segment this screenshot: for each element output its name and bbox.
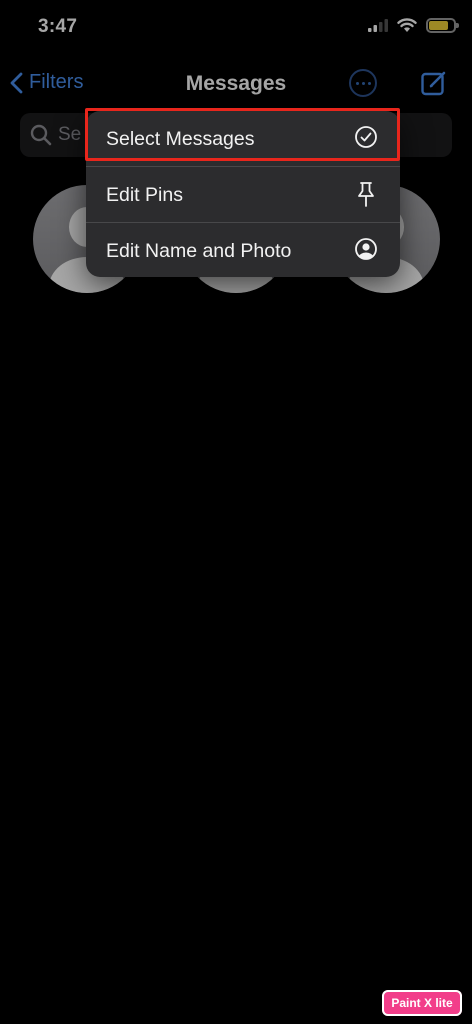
watermark-badge: Paint X lite: [382, 990, 462, 1016]
menu-item-edit-name-and-photo[interactable]: Edit Name and Photo: [86, 223, 400, 277]
menu-item-label: Edit Pins: [106, 184, 183, 206]
person-circle-icon: [355, 238, 377, 260]
menu-item-edit-pins[interactable]: Edit Pins: [86, 167, 400, 222]
pin-icon: [358, 182, 374, 207]
selection-highlight: [85, 108, 400, 161]
menu-item-label: Edit Name and Photo: [106, 240, 292, 262]
